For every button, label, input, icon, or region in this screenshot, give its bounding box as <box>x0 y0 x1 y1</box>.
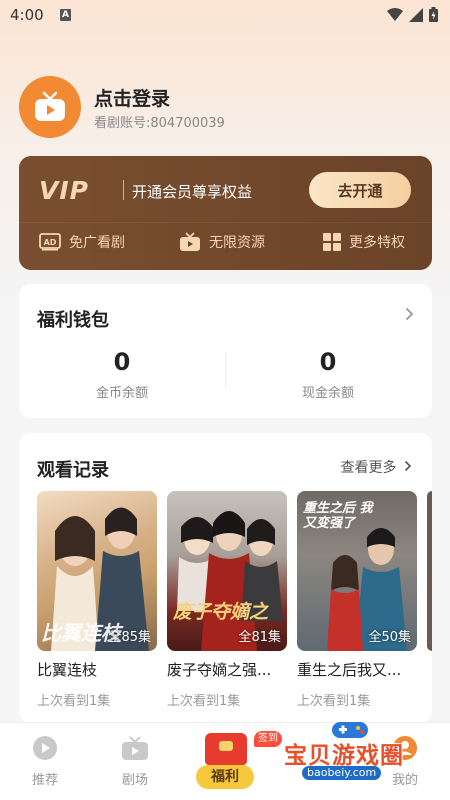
wifi-icon <box>387 7 403 21</box>
vip-slogan: 开通会员尊享权益 <box>132 183 253 201</box>
battery-icon <box>429 7 438 22</box>
tv-play-icon <box>179 232 201 252</box>
cash-balance[interactable]: 0 现金余额 <box>225 348 431 401</box>
episode-count: 全81集 <box>238 630 281 645</box>
drama-title: 比翼连枝 <box>37 661 98 679</box>
grid-icon <box>323 233 341 251</box>
chevron-right-icon[interactable] <box>405 306 414 326</box>
notification-icon: A <box>60 9 71 21</box>
history-item[interactable]: 比翼连枝 全85集 比翼连枝 上次看到1集 <box>37 491 157 709</box>
play-circle-icon <box>33 736 57 760</box>
watch-progress: 上次看到1集 <box>37 694 111 709</box>
history-more-label: 查看更多 <box>340 460 397 476</box>
vip-divider <box>19 222 432 223</box>
drama-poster[interactable]: 重生之后 我又变强了 全50集 <box>297 491 417 651</box>
svg-text:AD: AD <box>44 238 57 247</box>
tab-welfare[interactable] <box>196 733 256 765</box>
drama-poster[interactable]: 废子夺嫡之 全81集 <box>167 491 287 651</box>
tab-label: 推荐 <box>31 773 58 788</box>
drama-title: 废子夺嫡之强... <box>167 661 272 679</box>
cash-label: 现金余额 <box>301 386 354 401</box>
history-item-partial[interactable] <box>427 491 432 651</box>
watermark-url: baobeiy.com <box>302 766 382 780</box>
tab-recommend[interactable]: 推荐 <box>5 735 85 788</box>
signal-icon <box>409 7 423 22</box>
status-bar: 4:00 A <box>0 0 450 32</box>
drama-title: 重生之后我又... <box>297 661 402 679</box>
watch-progress: 上次看到1集 <box>297 694 371 709</box>
history-item[interactable]: 重生之后 我又变强了 全50集 重生之后我又... 上次看到1集 <box>297 491 417 709</box>
status-icons <box>387 7 438 22</box>
chevron-right-icon <box>404 460 412 472</box>
vip-benefit-label: 免广看剧 <box>69 235 125 251</box>
login-prompt[interactable]: 点击登录 <box>94 84 170 111</box>
history-title: 观看记录 <box>37 460 109 481</box>
vip-benefit-label: 更多特权 <box>349 235 405 251</box>
tv-logo-icon <box>35 91 65 121</box>
tab-theater[interactable]: 剧场 <box>95 735 175 788</box>
watch-progress: 上次看到1集 <box>167 694 241 709</box>
poster-title-text: 重生之后 我又变强了 <box>303 501 373 531</box>
episode-count: 全85集 <box>108 630 151 645</box>
status-time: 4:00 <box>10 6 44 24</box>
history-more-link[interactable]: 查看更多 <box>341 457 412 477</box>
vip-benefit-more[interactable]: 更多特权 <box>323 232 405 252</box>
cash-value: 0 <box>319 348 337 376</box>
vip-logo: VIP <box>39 176 89 205</box>
red-envelope-icon <box>205 733 247 765</box>
vip-separator <box>123 180 124 200</box>
tab-welfare-label[interactable]: 福利 <box>196 765 254 789</box>
history-item[interactable]: 废子夺嫡之 全81集 废子夺嫡之强... 上次看到1集 <box>167 491 287 709</box>
avatar[interactable] <box>19 76 81 138</box>
episode-count: 全50集 <box>368 630 411 645</box>
wallet-card[interactable]: 福利钱包 0 金币余额 0 现金余额 <box>19 284 432 418</box>
vip-benefit-unlimited[interactable]: 无限资源 <box>179 232 265 252</box>
coin-value: 0 <box>113 348 131 376</box>
vip-benefit-label: 无限资源 <box>209 235 265 251</box>
ad-icon: AD <box>39 233 61 251</box>
wallet-title: 福利钱包 <box>37 310 109 331</box>
tab-label: 剧场 <box>121 773 148 788</box>
vip-open-button[interactable]: 去开通 <box>309 172 411 208</box>
vip-card: VIP 开通会员尊享权益 去开通 AD 免广看剧 无限资源 更多特权 <box>19 156 432 270</box>
watermark-title: 宝贝游戏圈 <box>284 743 404 769</box>
coin-label: 金币余额 <box>95 386 148 401</box>
vip-benefit-no-ads[interactable]: AD 免广看剧 <box>39 232 125 252</box>
history-card: 观看记录 查看更多 比翼连枝 全85集 比翼连枝 上次看到1集 废子夺嫡之 全8… <box>19 433 432 723</box>
tv-icon <box>122 736 148 760</box>
watermark: 宝贝游戏圈 baobeiy.com <box>272 718 447 798</box>
coin-balance[interactable]: 0 金币余额 <box>19 348 225 401</box>
drama-poster[interactable] <box>427 491 432 651</box>
account-id: 看剧账号:804700039 <box>94 116 225 131</box>
poster-title-text: 废子夺嫡之 <box>173 601 269 623</box>
drama-poster[interactable]: 比翼连枝 全85集 <box>37 491 157 651</box>
